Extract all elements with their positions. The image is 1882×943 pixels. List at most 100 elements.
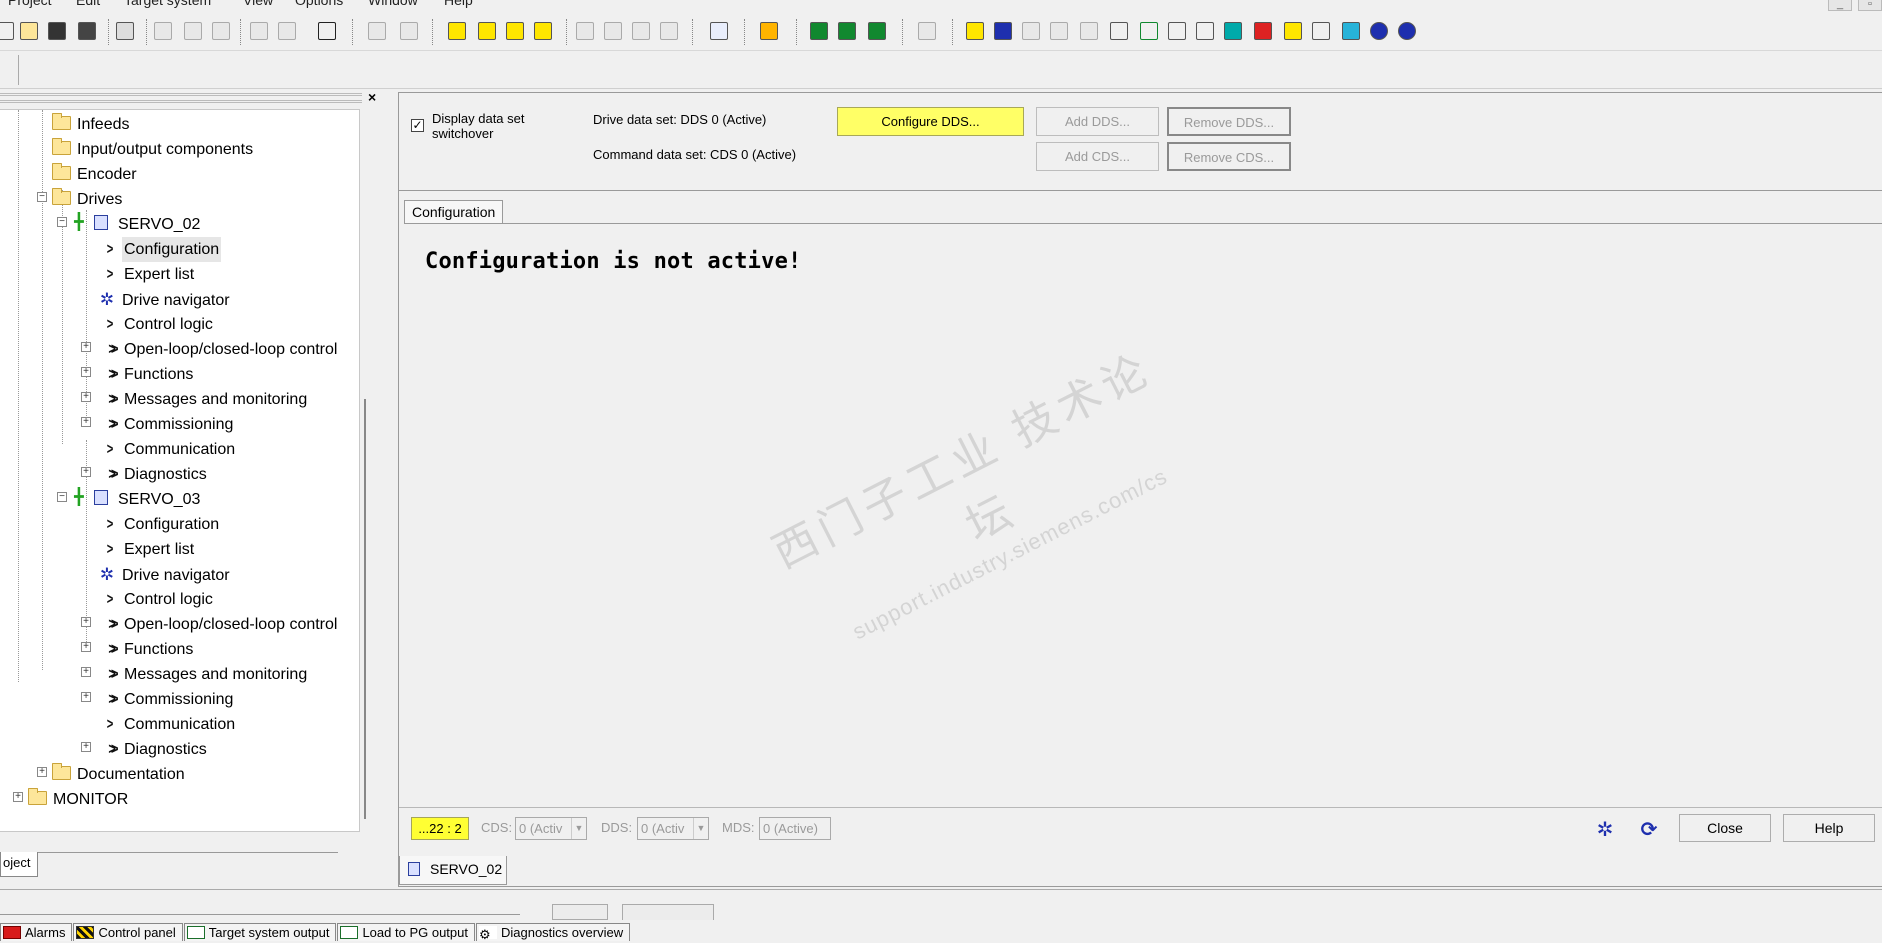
toolbar-grip[interactable]: [18, 55, 20, 85]
menu-target-system[interactable]: Target system: [124, 0, 211, 8]
tree-node-expert-list[interactable]: > Expert list: [102, 262, 196, 287]
motor-module-icon[interactable]: [1338, 18, 1364, 44]
tree-node-diagnostics[interactable]: >> Diagnostics: [102, 737, 209, 762]
tab-load-to-pg-output[interactable]: Load to PG output: [337, 923, 475, 941]
filter-icon[interactable]: [1046, 18, 1072, 44]
tree-node-servo-02[interactable]: ╋ SERVO_02: [72, 212, 202, 237]
tree-node-open-closed-loop[interactable]: >> Open-loop/closed-loop control: [102, 337, 339, 362]
expand-documentation-icon[interactable]: +: [37, 767, 47, 777]
tree-node-configuration[interactable]: > Configuration: [102, 237, 222, 262]
detail-toolbar-icon[interactable]: [552, 904, 608, 920]
device-trace-icon[interactable]: [864, 18, 890, 44]
menu-view[interactable]: View: [243, 0, 273, 8]
display-switchover-checkbox[interactable]: ✓: [411, 119, 424, 132]
current-controller-icon[interactable]: [1220, 18, 1246, 44]
tab-configuration[interactable]: Configuration: [404, 200, 504, 224]
expand-icon[interactable]: +: [81, 742, 91, 752]
panel-grip[interactable]: [0, 93, 362, 103]
tree-node-diagnostics[interactable]: >> Diagnostics: [102, 462, 209, 487]
subscript-icon[interactable]: [364, 18, 390, 44]
help-button[interactable]: Help: [1783, 814, 1875, 842]
brake-icon[interactable]: [1250, 18, 1276, 44]
ram-to-rom-icon[interactable]: [572, 18, 598, 44]
tree-node-functions[interactable]: >> Functions: [102, 637, 195, 662]
menu-help[interactable]: Help: [444, 0, 473, 8]
context-help-icon[interactable]: [314, 18, 340, 44]
scrollbar-thumb[interactable]: [364, 399, 370, 819]
tree-node-drives[interactable]: Drives: [52, 187, 124, 212]
tab-diagnostics-overview[interactable]: ⚙ Diagnostics overview: [475, 923, 631, 942]
pulse-icon[interactable]: [1394, 18, 1420, 44]
current-limit-icon[interactable]: [1192, 18, 1218, 44]
speed-controller-icon[interactable]: [1136, 18, 1162, 44]
tab-alarms[interactable]: Alarms: [0, 923, 73, 941]
tree-node-monitor[interactable]: MONITOR: [28, 787, 130, 812]
cds-select[interactable]: 0 (Activ ▼: [515, 817, 587, 840]
position-icon[interactable]: [1280, 18, 1306, 44]
ramp-icon[interactable]: [1076, 18, 1102, 44]
limit-icon[interactable]: [1106, 18, 1132, 44]
topology-icon[interactable]: [914, 18, 940, 44]
expand-icon[interactable]: +: [81, 667, 91, 677]
measurement-icon[interactable]: [834, 18, 860, 44]
setpoint-icon[interactable]: [1018, 18, 1044, 44]
motor-icon[interactable]: [1366, 18, 1392, 44]
tree-node-infeeds[interactable]: Infeeds: [52, 112, 131, 137]
load-cpu3-icon[interactable]: [656, 18, 682, 44]
expand-icon[interactable]: +: [81, 367, 91, 377]
download-icon[interactable]: [502, 18, 528, 44]
tab-target-system-output[interactable]: Target system output: [183, 923, 337, 941]
tab-servo-02[interactable]: SERVO_02: [399, 856, 507, 885]
refresh-icon[interactable]: ⟳: [1635, 816, 1663, 842]
drive-navigator-icon[interactable]: ✲: [1591, 816, 1619, 842]
redo-icon[interactable]: [274, 18, 300, 44]
menu-window[interactable]: Window: [368, 0, 418, 8]
tree-node-communication[interactable]: > Communication: [102, 712, 237, 737]
restore-icon[interactable]: ▫: [1858, 0, 1882, 11]
add-dds-button[interactable]: Add DDS...: [1036, 107, 1159, 136]
tree-node-configuration[interactable]: > Configuration: [102, 512, 221, 537]
control-priority-icon[interactable]: [756, 18, 782, 44]
open-project-icon[interactable]: [16, 18, 42, 44]
copy-icon[interactable]: [180, 18, 206, 44]
tree-node-expert-list[interactable]: > Expert list: [102, 537, 196, 562]
collapse-servo03-icon[interactable]: −: [57, 492, 67, 502]
print-icon[interactable]: [112, 18, 138, 44]
tree-node-open-closed-loop[interactable]: >> Open-loop/closed-loop control: [102, 612, 339, 637]
collapse-drives-icon[interactable]: −: [37, 192, 47, 202]
upload-icon[interactable]: [530, 18, 556, 44]
tree-node-messages-monitoring[interactable]: >> Messages and monitoring: [102, 662, 309, 687]
tree-node-commissioning[interactable]: >> Commissioning: [102, 687, 235, 712]
dds-select[interactable]: 0 (Activ ▼: [637, 817, 709, 840]
drive-navigator-icon[interactable]: [990, 18, 1016, 44]
undo-icon[interactable]: [246, 18, 272, 44]
tree-node-io-components[interactable]: Input/output components: [52, 137, 255, 162]
tree-node-control-logic[interactable]: > Control logic: [102, 312, 215, 337]
menu-edit[interactable]: Edit: [76, 0, 100, 8]
torque-limit-icon[interactable]: [1164, 18, 1190, 44]
expand-icon[interactable]: +: [81, 417, 91, 427]
load-cpu-icon[interactable]: [600, 18, 626, 44]
menu-options[interactable]: Options: [295, 0, 343, 8]
close-button[interactable]: Close: [1679, 814, 1771, 842]
remove-cds-button[interactable]: Remove CDS...: [1167, 142, 1291, 171]
menu-project[interactable]: Project: [8, 0, 52, 8]
expand-icon[interactable]: +: [81, 642, 91, 652]
close-panel-icon[interactable]: ×: [368, 89, 376, 105]
tree-node-communication[interactable]: > Communication: [102, 437, 237, 462]
superscript-icon[interactable]: [396, 18, 422, 44]
compare-icon[interactable]: [706, 18, 732, 44]
save-icon[interactable]: [44, 18, 70, 44]
tree-node-documentation[interactable]: Documentation: [52, 762, 187, 787]
add-cds-button[interactable]: Add CDS...: [1036, 142, 1159, 171]
collapse-servo02-icon[interactable]: −: [57, 217, 67, 227]
expand-icon[interactable]: +: [81, 617, 91, 627]
cut-icon[interactable]: [150, 18, 176, 44]
expand-icon[interactable]: +: [81, 692, 91, 702]
minimize-icon[interactable]: _: [1828, 0, 1852, 11]
tree-scrollbar[interactable]: [362, 109, 372, 832]
expand-icon[interactable]: +: [81, 467, 91, 477]
tab-control-panel[interactable]: Control panel: [73, 923, 183, 941]
expert-list-icon[interactable]: [962, 18, 988, 44]
tab-project[interactable]: oject: [0, 852, 38, 877]
